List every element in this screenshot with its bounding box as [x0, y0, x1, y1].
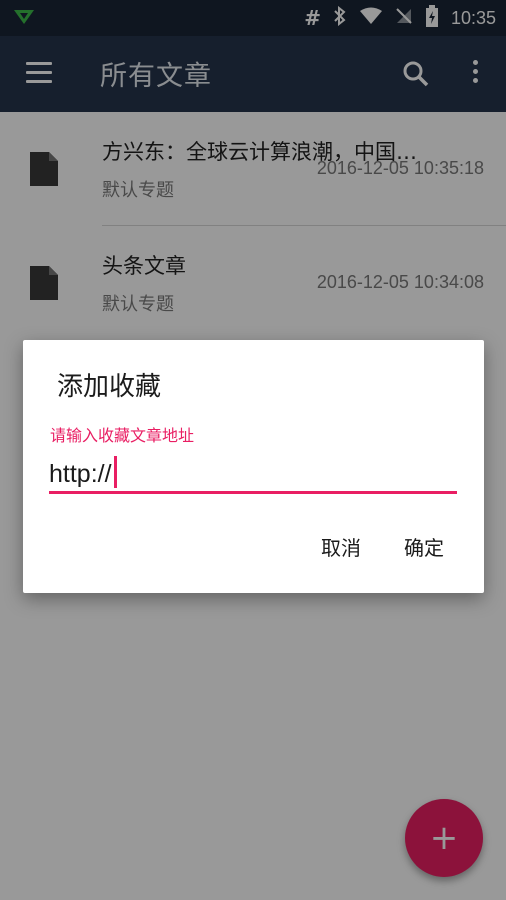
confirm-button[interactable]: 确定: [398, 528, 450, 565]
cancel-button[interactable]: 取消: [315, 528, 367, 565]
url-input-value[interactable]: http://: [49, 456, 117, 489]
text-cursor: [113, 456, 117, 488]
url-input[interactable]: http://: [49, 452, 457, 494]
url-field-label: 请输入收藏文章地址: [50, 426, 195, 445]
add-favorite-dialog: 添加收藏 请输入收藏文章地址 http:// 取消 确定: [23, 340, 484, 593]
dialog-title: 添加收藏: [57, 372, 162, 402]
